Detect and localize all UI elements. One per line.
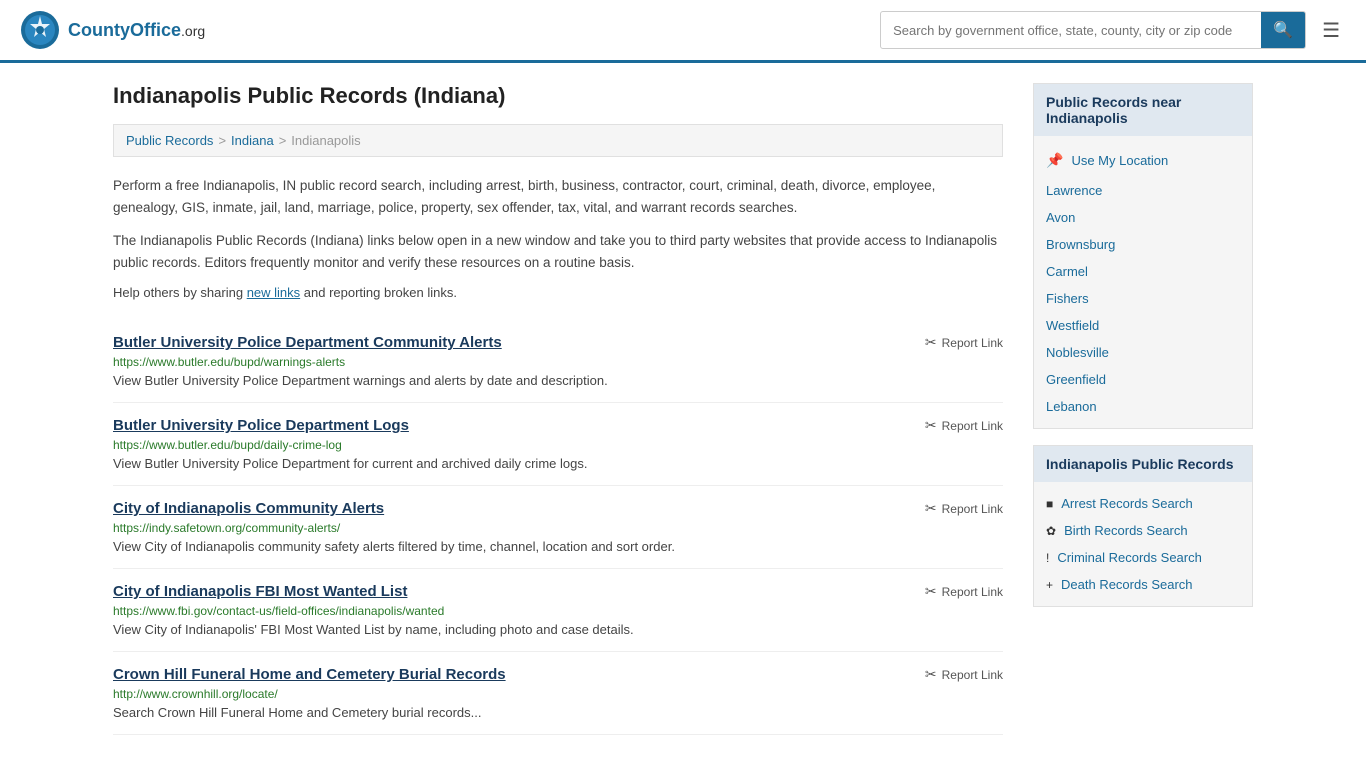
menu-button[interactable]: ☰ — [1316, 12, 1346, 49]
sidebar-record-3[interactable]: + Death Records Search — [1034, 571, 1252, 598]
breadcrumb-indiana[interactable]: Indiana — [231, 133, 274, 148]
report-label-1: Report Link — [942, 419, 1003, 433]
sidebar: Public Records near Indianapolis 📌 Use M… — [1033, 83, 1253, 735]
scissors-icon-1: ✂ — [925, 417, 937, 434]
records-list: Butler University Police Department Comm… — [113, 320, 1003, 735]
nearby-link-carmel[interactable]: Carmel — [1034, 258, 1252, 285]
record-desc-3: View City of Indianapolis' FBI Most Want… — [113, 622, 1003, 637]
use-my-location-button[interactable]: 📌 Use My Location — [1034, 144, 1252, 177]
record-desc-2: View City of Indianapolis community safe… — [113, 539, 1003, 554]
sidebar-nearby-section: Public Records near Indianapolis 📌 Use M… — [1033, 83, 1253, 429]
record-item: Butler University Police Department Comm… — [113, 320, 1003, 403]
sidebar-nearby-title: Public Records near Indianapolis — [1034, 84, 1252, 136]
nearby-link-avon[interactable]: Avon — [1034, 204, 1252, 231]
hamburger-icon: ☰ — [1322, 20, 1340, 42]
intro-paragraph-1: Perform a free Indianapolis, IN public r… — [113, 175, 1003, 218]
sidebar-record-1[interactable]: ✿ Birth Records Search — [1034, 517, 1252, 544]
header-right: 🔍 ☰ — [880, 11, 1346, 49]
record-title-4[interactable]: Crown Hill Funeral Home and Cemetery Bur… — [113, 666, 506, 683]
help-text: Help others by sharing new links and rep… — [113, 285, 1003, 300]
nearby-link-greenfield[interactable]: Greenfield — [1034, 366, 1252, 393]
nearby-link-brownsburg[interactable]: Brownsburg — [1034, 231, 1252, 258]
nearby-link-fishers[interactable]: Fishers — [1034, 285, 1252, 312]
breadcrumb-separator-2: > — [279, 133, 287, 148]
nearby-link-westfield[interactable]: Westfield — [1034, 312, 1252, 339]
breadcrumb-public-records[interactable]: Public Records — [126, 133, 213, 148]
sidebar-record-0[interactable]: ■ Arrest Records Search — [1034, 490, 1252, 517]
content-area: Indianapolis Public Records (Indiana) Pu… — [113, 83, 1003, 735]
record-url-4: http://www.crownhill.org/locate/ — [113, 687, 1003, 701]
record-url-0: https://www.butler.edu/bupd/warnings-ale… — [113, 355, 1003, 369]
logo-text: CountyOffice.org — [68, 20, 205, 41]
report-link-btn-0[interactable]: ✂ Report Link — [925, 334, 1003, 351]
record-title-3[interactable]: City of Indianapolis FBI Most Wanted Lis… — [113, 583, 407, 600]
sidebar-record-icon-3: + — [1046, 578, 1053, 592]
sidebar-record-icon-2: ! — [1046, 551, 1049, 565]
sidebar-record-2[interactable]: ! Criminal Records Search — [1034, 544, 1252, 571]
report-link-btn-1[interactable]: ✂ Report Link — [925, 417, 1003, 434]
sidebar-record-icon-1: ✿ — [1046, 524, 1056, 538]
sidebar-record-label-3: Death Records Search — [1061, 577, 1193, 592]
nearby-link-lebanon[interactable]: Lebanon — [1034, 393, 1252, 420]
sidebar-record-label-2: Criminal Records Search — [1057, 550, 1202, 565]
page-title: Indianapolis Public Records (Indiana) — [113, 83, 1003, 109]
record-desc-0: View Butler University Police Department… — [113, 373, 1003, 388]
nearby-link-noblesville[interactable]: Noblesville — [1034, 339, 1252, 366]
report-link-btn-3[interactable]: ✂ Report Link — [925, 583, 1003, 600]
breadcrumb: Public Records > Indiana > Indianapolis — [113, 124, 1003, 157]
use-my-location-label: Use My Location — [1071, 153, 1168, 168]
main-container: Indianapolis Public Records (Indiana) Pu… — [83, 63, 1283, 755]
record-item: Butler University Police Department Logs… — [113, 403, 1003, 486]
record-title-1[interactable]: Butler University Police Department Logs — [113, 417, 409, 434]
report-label-4: Report Link — [942, 668, 1003, 682]
report-label-0: Report Link — [942, 336, 1003, 350]
sidebar-record-label-0: Arrest Records Search — [1061, 496, 1193, 511]
search-input[interactable] — [881, 15, 1261, 46]
record-item: City of Indianapolis FBI Most Wanted Lis… — [113, 569, 1003, 652]
location-icon: 📌 — [1046, 152, 1063, 169]
breadcrumb-indianapolis: Indianapolis — [291, 133, 360, 148]
scissors-icon-3: ✂ — [925, 583, 937, 600]
record-title-0[interactable]: Butler University Police Department Comm… — [113, 334, 502, 351]
search-icon: 🔍 — [1273, 22, 1293, 39]
record-desc-4: Search Crown Hill Funeral Home and Cemet… — [113, 705, 1003, 720]
header: CountyOffice.org 🔍 ☰ — [0, 0, 1366, 63]
report-link-btn-4[interactable]: ✂ Report Link — [925, 666, 1003, 683]
report-label-2: Report Link — [942, 502, 1003, 516]
record-item: City of Indianapolis Community Alerts ✂ … — [113, 486, 1003, 569]
sidebar-public-records-title: Indianapolis Public Records — [1034, 446, 1252, 482]
breadcrumb-separator-1: > — [218, 133, 226, 148]
record-url-3: https://www.fbi.gov/contact-us/field-off… — [113, 604, 1003, 618]
nearby-links-container: LawrenceAvonBrownsburgCarmelFishersWestf… — [1034, 177, 1252, 420]
sidebar-record-label-1: Birth Records Search — [1064, 523, 1188, 538]
intro-paragraph-2: The Indianapolis Public Records (Indiana… — [113, 230, 1003, 273]
logo-area: CountyOffice.org — [20, 10, 205, 50]
search-bar: 🔍 — [880, 11, 1306, 49]
record-url-1: https://www.butler.edu/bupd/daily-crime-… — [113, 438, 1003, 452]
nearby-link-lawrence[interactable]: Lawrence — [1034, 177, 1252, 204]
record-desc-1: View Butler University Police Department… — [113, 456, 1003, 471]
record-item: Crown Hill Funeral Home and Cemetery Bur… — [113, 652, 1003, 735]
scissors-icon-0: ✂ — [925, 334, 937, 351]
sidebar-public-records-section: Indianapolis Public Records ■ Arrest Rec… — [1033, 445, 1253, 607]
sidebar-records-content: ■ Arrest Records Search ✿ Birth Records … — [1034, 482, 1252, 606]
record-url-2: https://indy.safetown.org/community-aler… — [113, 521, 1003, 535]
sidebar-record-icon-0: ■ — [1046, 497, 1053, 511]
logo-icon — [20, 10, 60, 50]
search-button[interactable]: 🔍 — [1261, 12, 1305, 48]
scissors-icon-4: ✂ — [925, 666, 937, 683]
scissors-icon-2: ✂ — [925, 500, 937, 517]
new-links-link[interactable]: new links — [247, 285, 300, 300]
report-link-btn-2[interactable]: ✂ Report Link — [925, 500, 1003, 517]
sidebar-nearby-content: 📌 Use My Location LawrenceAvonBrownsburg… — [1034, 136, 1252, 428]
report-label-3: Report Link — [942, 585, 1003, 599]
record-title-2[interactable]: City of Indianapolis Community Alerts — [113, 500, 384, 517]
